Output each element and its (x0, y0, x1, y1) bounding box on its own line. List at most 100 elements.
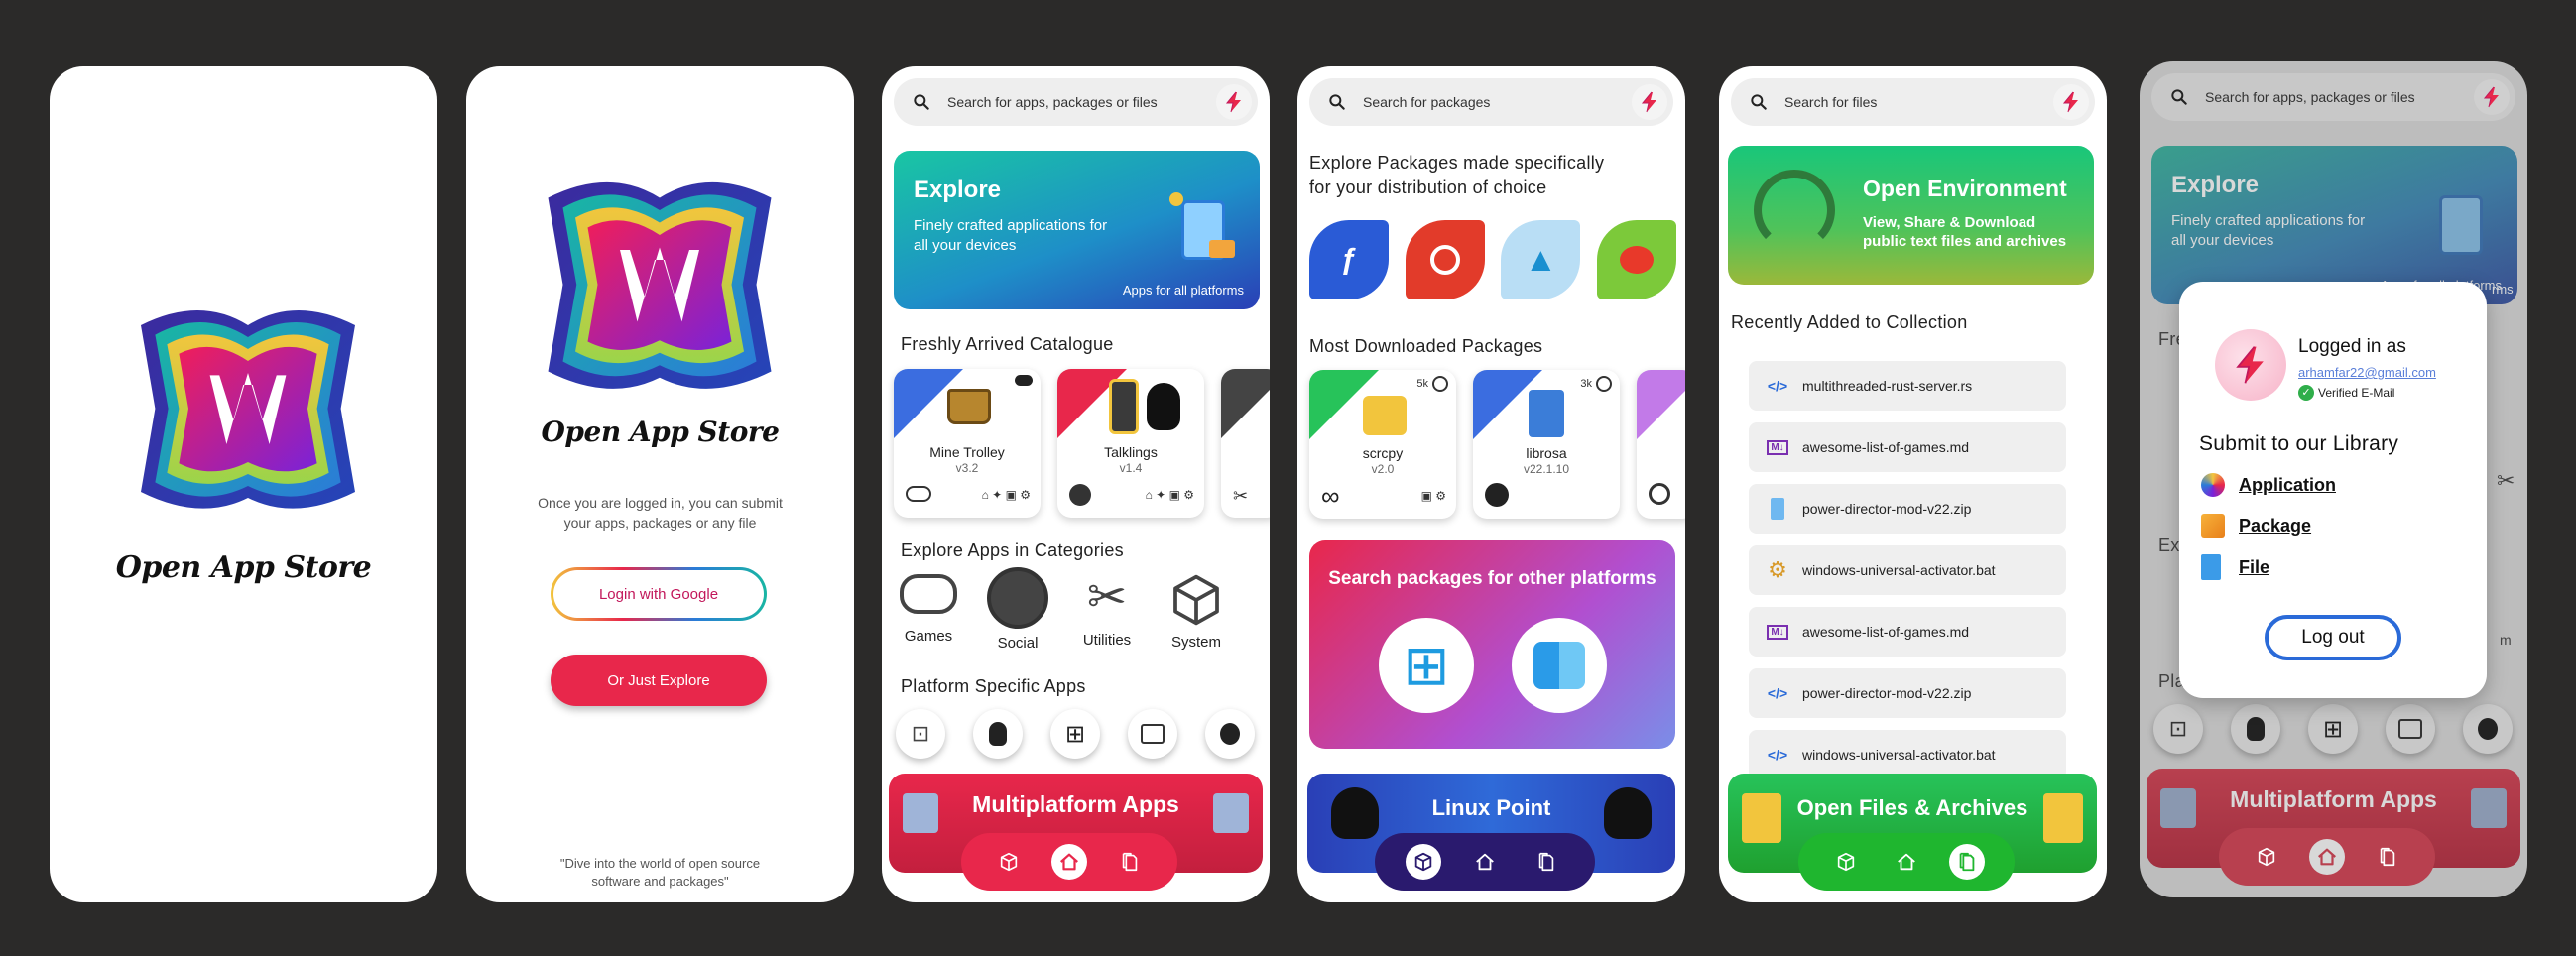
linux-platform-button[interactable] (2231, 704, 2280, 754)
search-bar[interactable]: Search for apps, packages or files (2151, 73, 2515, 121)
code-icon: </> (1767, 685, 1788, 701)
nav-packages-button[interactable] (2249, 839, 2284, 875)
profile-bolt-button[interactable] (1632, 84, 1667, 120)
google-button-label: Login with Google (598, 585, 719, 603)
windows-store-button[interactable]: ⊞ (1379, 618, 1474, 713)
search-placeholder: Search for apps, packages or files (947, 94, 1158, 110)
explore-banner[interactable]: Explore Finely crafted applications for … (2151, 146, 2517, 304)
nav-home-button[interactable] (1889, 844, 1924, 880)
web-platform-button[interactable] (2386, 704, 2435, 754)
app-card-mine-trolley[interactable]: Mine Trolley v3.2 ⌂ ✦ ▣ ⚙ (894, 369, 1041, 518)
android-platform-button[interactable]: ⊡ (2153, 704, 2203, 754)
apple-platform-button[interactable] (1205, 709, 1255, 759)
package-card-scrcpy[interactable]: 5k scrcpy v2.0 ∞ ▣ ⚙ (1309, 370, 1456, 519)
package-icon (2201, 514, 2225, 538)
profile-bolt-button[interactable] (2053, 84, 2089, 120)
file-row[interactable]: </> multithreaded-rust-server.rs (1749, 361, 2066, 411)
nav-files-button[interactable] (2370, 839, 2405, 875)
file-row[interactable]: ⚙ windows-universal-activator.bat (1749, 545, 2066, 595)
explore-banner-tag: Apps for all platforms (1122, 283, 1244, 298)
linux-platform-button[interactable] (973, 709, 1023, 759)
mac-store-button[interactable] (1512, 618, 1607, 713)
file-row[interactable]: </> power-director-mod-v22.zip (1749, 668, 2066, 718)
open-app-store-logo (129, 290, 367, 528)
arch-distro-button[interactable]: ▲ (1501, 220, 1581, 299)
submit-application-option[interactable]: Application (2201, 473, 2336, 497)
windows-icon: ⊞ (1403, 634, 1450, 696)
category-utilities[interactable]: ✂ Utilities (1072, 572, 1142, 650)
category-label: Utilities (1082, 632, 1132, 649)
nav-packages-button[interactable] (1828, 844, 1864, 880)
package-label: Package (2239, 515, 2312, 536)
home-icon (2318, 848, 2336, 866)
file-row[interactable]: M↓ awesome-list-of-games.md (1749, 607, 2066, 657)
nav-files-button[interactable] (1948, 844, 1985, 880)
windows-platform-button[interactable]: ⊞ (1050, 709, 1100, 759)
search-bar[interactable]: Search for packages (1309, 78, 1673, 126)
android-platform-button[interactable]: ⊡ (896, 709, 945, 759)
platform-icons: ⌂ ✦ ▣ ⚙ (981, 488, 1031, 502)
open-environment-title: Open Environment (1863, 176, 2067, 201)
submit-file-option[interactable]: File (2201, 554, 2269, 580)
web-platform-button[interactable] (1128, 709, 1177, 759)
app-card-talklings[interactable]: Talklings v1.4 ⌂ ✦ ▣ ⚙ (1057, 369, 1204, 518)
debian-distro-button[interactable] (1596, 220, 1676, 299)
platform-row: ⊡ ⊞ (2153, 704, 2513, 754)
bolt-icon (2229, 343, 2272, 387)
nav-home-button[interactable] (2308, 839, 2345, 875)
login-with-google-button[interactable]: Login with Google (551, 567, 767, 621)
other-platforms-banner[interactable]: Search packages for other platforms ⊞ (1309, 540, 1675, 749)
finder-icon (1533, 642, 1585, 689)
category-system[interactable]: System (1162, 572, 1231, 651)
bolt-icon (1638, 90, 1661, 114)
nav-packages-button[interactable] (991, 844, 1027, 880)
file-label: File (2239, 556, 2270, 577)
file-row[interactable]: M↓ awesome-list-of-games.md (1749, 422, 2066, 472)
debian-icon (1619, 246, 1654, 274)
user-email[interactable]: arhamfar22@gmail.com (2298, 365, 2436, 380)
explore-banner[interactable]: Explore Finely crafted applications for … (894, 151, 1260, 309)
category-social[interactable]: Social (983, 567, 1052, 652)
search-bar[interactable]: Search for files (1731, 78, 2095, 126)
nav-files-button[interactable] (1112, 844, 1148, 880)
apple-platform-button[interactable] (2463, 704, 2513, 754)
home-icon (1474, 851, 1496, 873)
file-name: windows-universal-activator.bat (1802, 562, 1996, 578)
ubuntu-distro-button[interactable] (1405, 220, 1485, 299)
open-environment-banner[interactable]: Open Environment View, Share & Download … (1728, 146, 2094, 285)
submit-package-option[interactable]: Package (2201, 514, 2311, 538)
search-placeholder: Search for packages (1363, 94, 1491, 110)
windows-platform-button[interactable]: ⊞ (2308, 704, 2358, 754)
category-label: System (1170, 634, 1221, 651)
explore-banner-subtitle: Finely crafted applications for all your… (2171, 212, 2366, 249)
search-placeholder: Search for files (1784, 94, 1878, 110)
download-count: 5k (1416, 378, 1428, 390)
server-icon (1213, 793, 1249, 833)
nav-packages-button[interactable] (1406, 844, 1441, 880)
package-card-partial[interactable] (1637, 370, 1685, 519)
profile-bolt-button[interactable] (2474, 79, 2510, 115)
nav-home-button[interactable] (1050, 844, 1087, 880)
nav-home-button[interactable] (1467, 844, 1503, 880)
profile-bolt-button[interactable] (1216, 84, 1252, 120)
search-placeholder: Search for apps, packages or files (2205, 89, 2415, 105)
bolt-icon (2480, 85, 2504, 109)
browser-icon (2398, 719, 2422, 739)
application-icon (2201, 473, 2225, 497)
logout-button[interactable]: Log out (2265, 615, 2401, 660)
category-games[interactable]: Games (894, 574, 963, 645)
gamepad-icon (900, 574, 957, 614)
server-icon (2471, 788, 2507, 828)
app-card-partial[interactable]: ✂ (1221, 369, 1270, 518)
box-icon (1835, 851, 1857, 873)
gear-icon: ⚙ (1768, 557, 1787, 582)
search-bar[interactable]: Search for apps, packages or files (894, 78, 1258, 126)
file-row[interactable]: power-director-mod-v22.zip (1749, 484, 2066, 534)
fedora-distro-button[interactable]: ƒ (1309, 220, 1389, 299)
just-explore-button[interactable]: Or Just Explore (551, 655, 767, 706)
file-row[interactable]: </> windows-universal-activator.bat (1749, 730, 2066, 779)
nav-files-button[interactable] (1529, 844, 1564, 880)
package-card-librosa[interactable]: 3k librosa v22.1.10 (1473, 370, 1620, 519)
app-card-version: v3.2 (955, 461, 979, 475)
category-label: Social (997, 635, 1039, 652)
